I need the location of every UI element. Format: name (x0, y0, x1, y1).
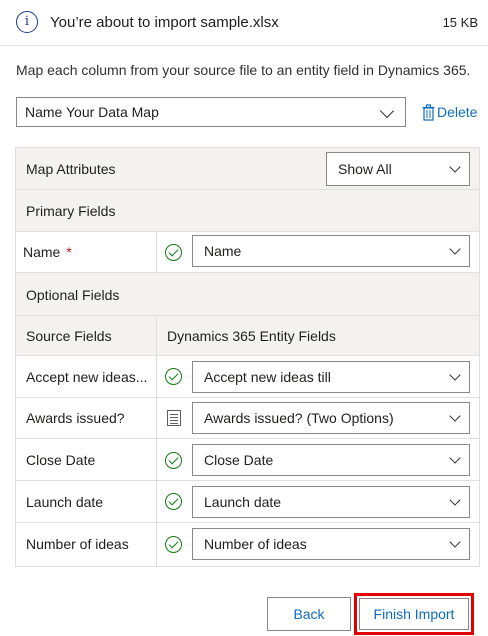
source-fields-header: Source Fields (26, 328, 112, 344)
delete-button[interactable]: Delete (422, 102, 477, 122)
delete-label: Delete (437, 104, 478, 120)
target-field-select[interactable]: Launch date (192, 486, 470, 518)
optional-fields-label: Optional Fields (26, 287, 120, 303)
table-row: Close Date Close Date (16, 439, 479, 481)
target-field-value: Close Date (204, 452, 274, 468)
mapping-description: Map each column from your source file to… (16, 62, 471, 78)
table-row: Awards issued? Awards issued? (Two Optio… (16, 398, 479, 439)
chevron-down-icon (449, 494, 461, 506)
source-field-name: Number of ideas (26, 536, 129, 552)
finish-import-highlight: Finish Import (354, 593, 474, 635)
entity-fields-header: Dynamics 365 Entity Fields (167, 328, 336, 344)
chevron-down-icon (449, 369, 461, 381)
import-info-bar: i You’re about to import sample.xlsx 15 … (0, 0, 488, 46)
source-field-name: Accept new ideas... (26, 369, 148, 385)
check-circle-icon (165, 452, 182, 469)
finish-import-button[interactable]: Finish Import (359, 598, 469, 630)
map-attributes-row: Map Attributes Show All (16, 148, 479, 190)
map-attributes-label: Map Attributes (26, 161, 116, 177)
target-field-value: Awards issued? (Two Options) (204, 410, 394, 426)
source-field-name: Close Date (26, 452, 96, 468)
filter-selected: Show All (338, 161, 392, 177)
chevron-down-icon (449, 410, 461, 422)
target-field-select[interactable]: Number of ideas (192, 528, 470, 560)
table-row: Number of ideas Number of ideas (16, 523, 479, 566)
primary-fields-label: Primary Fields (26, 203, 116, 219)
target-field-value: Accept new ideas till (204, 369, 331, 385)
required-indicator: * (66, 244, 72, 260)
check-circle-icon (165, 493, 182, 510)
table-row: Name * Name (16, 232, 479, 273)
data-map-select[interactable]: Name Your Data Map (16, 97, 406, 127)
column-headers-row: Source Fields Dynamics 365 Entity Fields (16, 316, 479, 356)
target-field-select[interactable]: Name (192, 235, 470, 267)
target-field-select[interactable]: Awards issued? (Two Options) (192, 402, 470, 434)
chevron-down-icon (449, 161, 461, 173)
table-row: Launch date Launch date (16, 481, 479, 523)
chevron-down-icon (379, 103, 395, 119)
chevron-down-icon (449, 243, 461, 255)
source-field-name: Launch date (26, 494, 104, 510)
chevron-down-icon (449, 536, 461, 548)
show-all-filter-select[interactable]: Show All (326, 152, 470, 186)
chevron-down-icon (449, 452, 461, 464)
document-list-icon (167, 410, 181, 426)
info-icon: i (16, 11, 38, 33)
trash-icon (422, 103, 435, 121)
target-field-value: Launch date (204, 494, 282, 510)
check-circle-icon (165, 368, 182, 385)
optional-fields-header: Optional Fields (16, 273, 479, 316)
source-field-name: Awards issued? (26, 410, 125, 426)
target-field-select[interactable]: Close Date (192, 444, 470, 476)
target-field-value: Number of ideas (204, 536, 307, 552)
source-field-name: Name * (23, 244, 72, 260)
file-size: 15 KB (442, 15, 478, 30)
table-row: Accept new ideas... Accept new ideas til… (16, 356, 479, 398)
data-map-selected: Name Your Data Map (25, 104, 159, 120)
back-button[interactable]: Back (267, 597, 351, 631)
mapping-grid: Map Attributes Show All Primary Fields N… (15, 147, 480, 567)
target-field-select[interactable]: Accept new ideas till (192, 361, 470, 393)
primary-fields-header: Primary Fields (16, 190, 479, 232)
check-circle-icon (165, 244, 182, 261)
check-circle-icon (165, 536, 182, 553)
import-message: You’re about to import sample.xlsx (50, 14, 279, 31)
target-field-value: Name (204, 243, 242, 259)
